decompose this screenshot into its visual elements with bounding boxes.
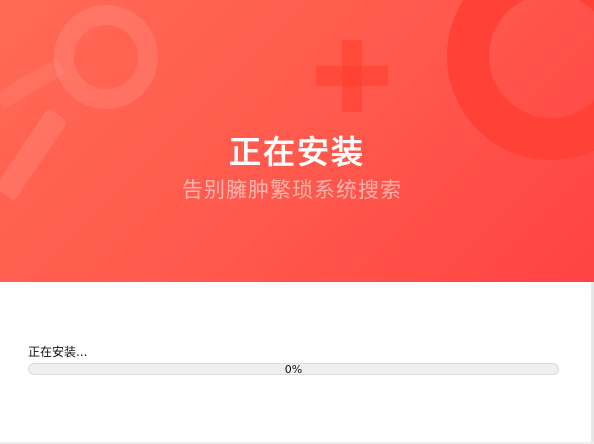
magnifier-icon	[54, 5, 158, 109]
install-progress-text: 0%	[284, 363, 303, 376]
stripe-decoration	[0, 58, 66, 109]
page-subtitle: 告别臃肿繁琐系统搜索	[182, 178, 402, 202]
page-title: 正在安装	[228, 133, 365, 171]
installer-window: 正在安装 告别臃肿繁琐系统搜索 正在安装... 0%	[0, 0, 594, 444]
install-status-label: 正在安装...	[28, 345, 88, 359]
header-banner: 正在安装 告别臃肿繁琐系统搜索	[0, 0, 594, 282]
plus-icon-bar	[316, 66, 388, 86]
